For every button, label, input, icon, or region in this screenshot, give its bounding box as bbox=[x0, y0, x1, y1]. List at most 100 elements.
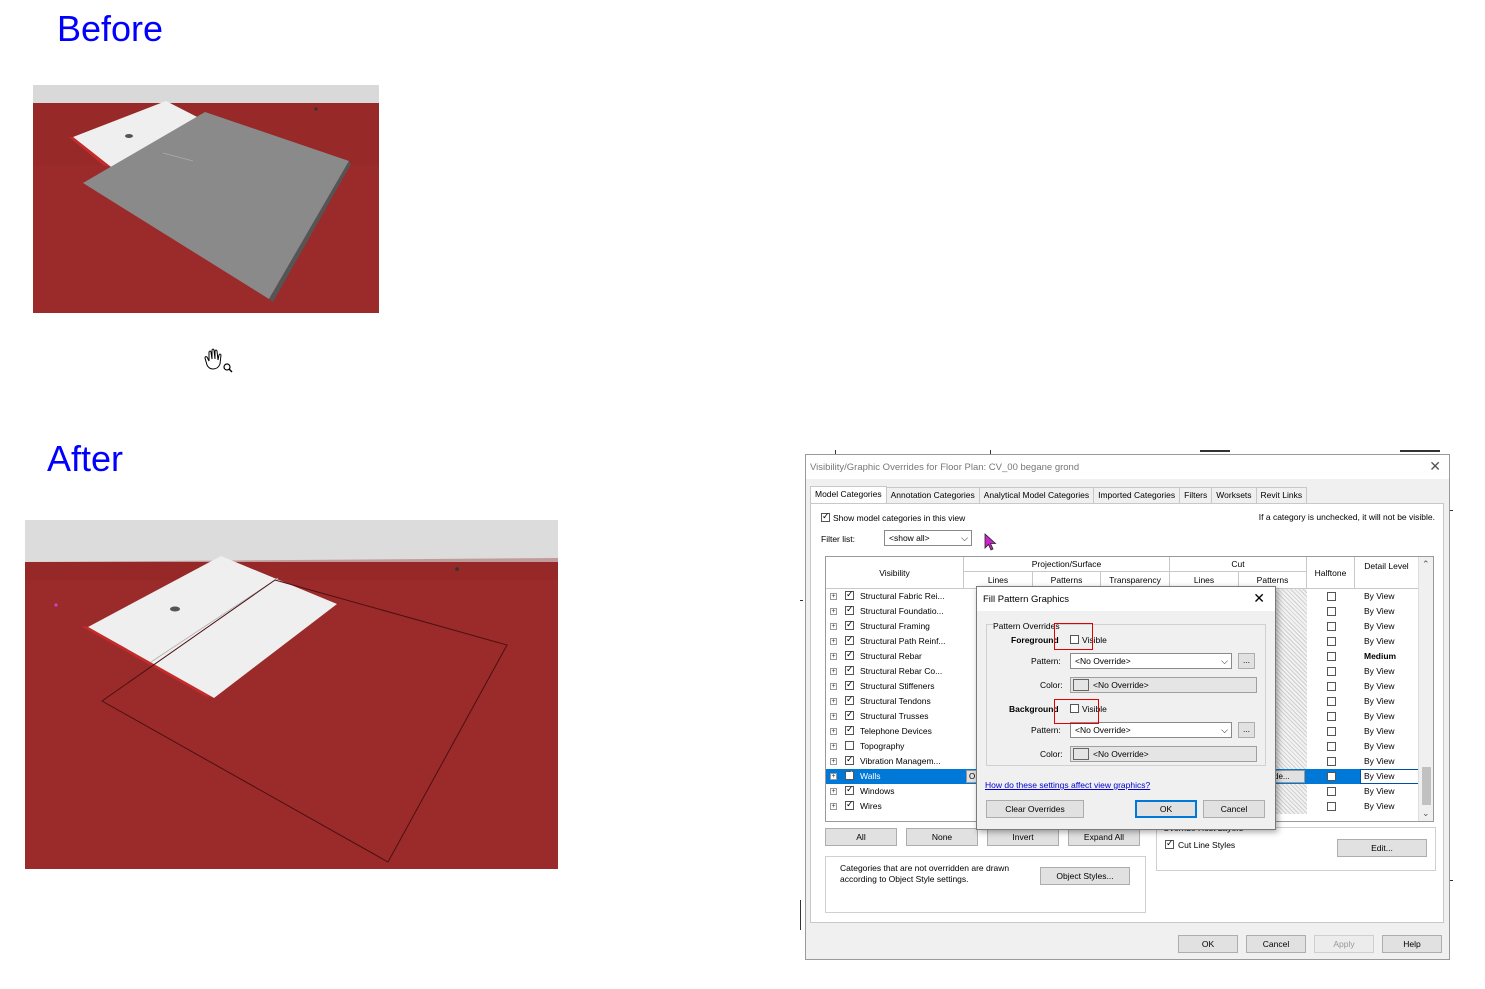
category-visibility-checkbox[interactable] bbox=[845, 649, 854, 660]
category-visibility-checkbox[interactable] bbox=[845, 741, 854, 750]
invert-button[interactable]: Invert bbox=[987, 828, 1059, 846]
expand-all-button[interactable]: Expand All bbox=[1068, 828, 1140, 846]
close-icon[interactable]: ✕ bbox=[1253, 590, 1265, 607]
expand-icon[interactable]: + bbox=[830, 638, 837, 645]
expand-icon[interactable]: + bbox=[830, 743, 837, 750]
detail-level-value[interactable]: By View bbox=[1364, 786, 1395, 796]
category-visibility-checkbox[interactable] bbox=[845, 799, 854, 810]
scroll-up-icon[interactable]: ⌃ bbox=[1422, 559, 1430, 570]
help-button[interactable]: Help bbox=[1382, 935, 1442, 953]
halftone-checkbox[interactable] bbox=[1327, 607, 1336, 616]
view-graphics-help-link[interactable]: How do these settings affect view graphi… bbox=[985, 780, 1150, 790]
cancel-button[interactable]: Cancel bbox=[1246, 935, 1306, 953]
detail-level-value[interactable]: By View bbox=[1364, 711, 1395, 721]
category-visibility-checkbox[interactable] bbox=[845, 784, 854, 795]
all-button[interactable]: All bbox=[825, 828, 897, 846]
halftone-checkbox[interactable] bbox=[1327, 802, 1336, 811]
category-visibility-checkbox[interactable] bbox=[845, 694, 854, 705]
expand-icon[interactable]: + bbox=[830, 698, 837, 705]
ok-button[interactable]: OK bbox=[1178, 935, 1238, 953]
tab-revit-links[interactable]: Revit Links bbox=[1255, 487, 1308, 503]
halftone-checkbox[interactable] bbox=[1327, 652, 1336, 661]
color-swatch bbox=[1073, 679, 1089, 691]
background-pattern-browse-button[interactable]: ... bbox=[1238, 722, 1255, 738]
halftone-checkbox[interactable] bbox=[1327, 727, 1336, 736]
category-visibility-checkbox[interactable] bbox=[845, 754, 854, 765]
expand-icon[interactable]: + bbox=[830, 758, 837, 765]
walls-pattern-override-button[interactable]: de... bbox=[1271, 770, 1305, 783]
expand-icon[interactable]: + bbox=[830, 728, 837, 735]
foreground-color-picker[interactable]: <No Override> bbox=[1070, 677, 1257, 693]
detail-level-value[interactable]: By View bbox=[1364, 666, 1395, 676]
halftone-checkbox[interactable] bbox=[1327, 787, 1336, 796]
scroll-down-icon[interactable]: ⌄ bbox=[1422, 808, 1430, 819]
category-visibility-checkbox[interactable] bbox=[845, 664, 854, 675]
detail-level-value[interactable]: By View bbox=[1364, 726, 1395, 736]
detail-level-value[interactable]: By View bbox=[1364, 621, 1395, 631]
tab-annotation-categories[interactable]: Annotation Categories bbox=[885, 487, 980, 503]
detail-level-value[interactable]: By View bbox=[1364, 591, 1395, 601]
detail-level-value[interactable]: By View bbox=[1364, 771, 1395, 781]
category-visibility-checkbox[interactable] bbox=[845, 634, 854, 645]
none-button[interactable]: None bbox=[906, 828, 978, 846]
background-pattern-dropdown[interactable]: <No Override> ⌵ bbox=[1070, 722, 1232, 738]
fill-ok-button[interactable]: OK bbox=[1135, 800, 1197, 818]
clear-overrides-button[interactable]: Clear Overrides bbox=[986, 800, 1084, 818]
category-visibility-checkbox[interactable] bbox=[845, 604, 854, 615]
detail-level-value[interactable]: Medium bbox=[1364, 651, 1396, 661]
expand-icon[interactable]: + bbox=[830, 608, 837, 615]
detail-level-value[interactable]: By View bbox=[1364, 636, 1395, 646]
foreground-pattern-browse-button[interactable]: ... bbox=[1238, 653, 1255, 669]
halftone-checkbox[interactable] bbox=[1327, 757, 1336, 766]
category-visibility-checkbox[interactable] bbox=[845, 679, 854, 690]
detail-level-value[interactable]: By View bbox=[1364, 606, 1395, 616]
category-visibility-checkbox[interactable] bbox=[845, 589, 854, 600]
expand-icon[interactable]: + bbox=[830, 788, 837, 795]
halftone-checkbox[interactable] bbox=[1327, 712, 1336, 721]
filter-list-dropdown[interactable]: <show all> ⌵ bbox=[884, 530, 972, 546]
expand-icon[interactable]: + bbox=[830, 683, 837, 690]
close-icon[interactable]: ✕ bbox=[1429, 458, 1441, 475]
expand-icon[interactable]: + bbox=[830, 623, 837, 630]
category-visibility-checkbox[interactable] bbox=[845, 619, 854, 630]
object-styles-button[interactable]: Object Styles... bbox=[1040, 867, 1130, 885]
detail-level-value[interactable]: By View bbox=[1364, 741, 1395, 751]
category-visibility-checkbox[interactable] bbox=[845, 724, 854, 735]
detail-level-value[interactable]: By View bbox=[1364, 696, 1395, 706]
background-color-picker[interactable]: <No Override> bbox=[1070, 746, 1257, 762]
expand-icon[interactable]: + bbox=[830, 773, 837, 780]
halftone-checkbox[interactable] bbox=[1327, 622, 1336, 631]
foreground-pattern-dropdown[interactable]: <No Override> ⌵ bbox=[1070, 653, 1232, 669]
expand-icon[interactable]: + bbox=[830, 668, 837, 675]
halftone-checkbox[interactable] bbox=[1327, 592, 1336, 601]
halftone-checkbox[interactable] bbox=[1327, 697, 1336, 706]
fill-dialog-titlebar: Fill Pattern Graphics ✕ bbox=[977, 587, 1275, 611]
halftone-checkbox[interactable] bbox=[1327, 682, 1336, 691]
expand-icon[interactable]: + bbox=[830, 653, 837, 660]
expand-icon[interactable]: + bbox=[830, 593, 837, 600]
expand-icon[interactable]: + bbox=[830, 713, 837, 720]
detail-level-value[interactable]: By View bbox=[1364, 801, 1395, 811]
scroll-thumb[interactable] bbox=[1422, 767, 1431, 805]
halftone-checkbox[interactable] bbox=[1327, 742, 1336, 751]
fill-cancel-button[interactable]: Cancel bbox=[1203, 800, 1265, 818]
tab-worksets[interactable]: Worksets bbox=[1211, 487, 1257, 503]
halftone-checkbox[interactable] bbox=[1327, 772, 1336, 781]
tab-imported-categories[interactable]: Imported Categories bbox=[1093, 487, 1181, 503]
tab-filters[interactable]: Filters bbox=[1179, 487, 1213, 503]
category-visibility-checkbox[interactable] bbox=[845, 709, 854, 720]
background-drawing-tick bbox=[1200, 450, 1230, 452]
cut-line-styles-checkbox[interactable] bbox=[1165, 838, 1174, 849]
detail-level-value[interactable]: By View bbox=[1364, 681, 1395, 691]
table-scrollbar[interactable]: ⌃ ⌄ bbox=[1418, 557, 1433, 821]
edit-button[interactable]: Edit... bbox=[1337, 839, 1427, 857]
apply-button[interactable]: Apply bbox=[1314, 935, 1374, 953]
detail-level-value[interactable]: By View bbox=[1364, 756, 1395, 766]
tab-model-categories[interactable]: Model Categories bbox=[810, 486, 887, 503]
tab-analytical-model-categories[interactable]: Analytical Model Categories bbox=[978, 487, 1095, 503]
halftone-checkbox[interactable] bbox=[1327, 667, 1336, 676]
category-visibility-checkbox[interactable] bbox=[845, 769, 854, 780]
show-model-categories-checkbox[interactable] bbox=[821, 511, 830, 522]
expand-icon[interactable]: + bbox=[830, 803, 837, 810]
halftone-checkbox[interactable] bbox=[1327, 637, 1336, 646]
